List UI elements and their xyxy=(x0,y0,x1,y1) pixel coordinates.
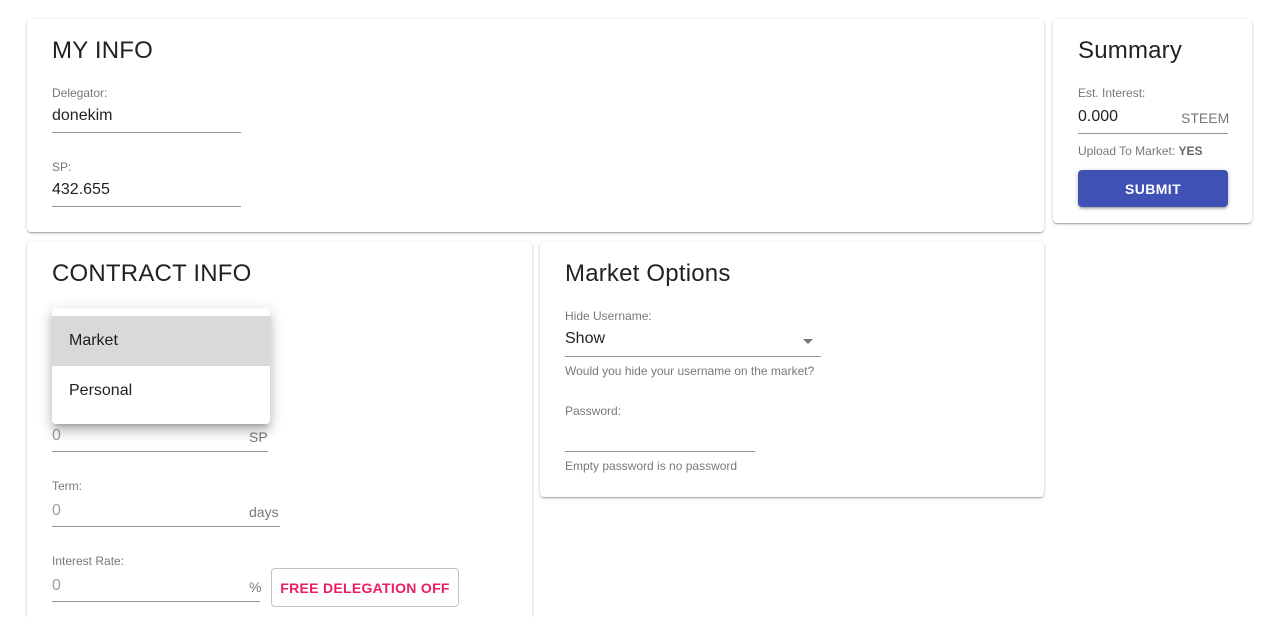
password-input[interactable] xyxy=(565,422,755,451)
term-input[interactable]: 0 xyxy=(52,502,61,520)
hide-username-helper: Would you hide your username on the mark… xyxy=(565,364,815,378)
est-interest-label: Est. Interest: xyxy=(1078,86,1146,100)
upload-to-market-label: Upload To Market: xyxy=(1078,144,1176,158)
submit-button[interactable]: SUBMIT xyxy=(1078,170,1228,207)
contract-type-menu: Market Personal xyxy=(52,308,270,424)
my-info-card: MY INFO Delegator: donekim SP: 432.655 xyxy=(27,19,1044,232)
password-helper: Empty password is no password xyxy=(565,459,738,473)
interest-rate-underline xyxy=(52,601,260,602)
sp-field[interactable]: 432.655 xyxy=(52,181,110,199)
summary-card: Summary Est. Interest: 0.000 STEEM Uploa… xyxy=(1053,19,1252,223)
amount-input[interactable]: 0 xyxy=(52,427,61,445)
sp-label: SP: xyxy=(52,160,72,174)
sp-underline xyxy=(52,206,241,207)
market-options-card: Market Options Hide Username: Show Would… xyxy=(540,242,1044,497)
summary-title: Summary xyxy=(1078,37,1183,64)
market-options-title: Market Options xyxy=(565,260,731,287)
est-interest-underline xyxy=(1078,133,1228,134)
chevron-down-icon xyxy=(803,339,813,344)
term-underline xyxy=(52,526,280,527)
free-delegation-toggle-button[interactable]: FREE DELEGATION OFF xyxy=(271,568,459,607)
interest-rate-label: Interest Rate: xyxy=(52,554,125,568)
amount-underline xyxy=(52,451,268,452)
password-underline xyxy=(565,451,755,452)
est-interest-field[interactable]: 0.000 xyxy=(1078,108,1118,126)
upload-to-market-value: YES xyxy=(1178,144,1203,158)
upload-to-market-status: Upload To Market: YES xyxy=(1078,144,1203,158)
my-info-title: MY INFO xyxy=(52,37,153,64)
term-unit: days xyxy=(249,504,279,520)
contract-info-card: CONTRACT INFO 0 SP Term: 0 days Interest… xyxy=(27,242,532,617)
hide-username-value: Show xyxy=(565,330,606,347)
delegator-label: Delegator: xyxy=(52,86,108,100)
interest-rate-unit: % xyxy=(249,579,262,595)
menu-item-personal[interactable]: Personal xyxy=(52,366,270,416)
amount-unit: SP xyxy=(249,429,268,445)
hide-username-label: Hide Username: xyxy=(565,309,652,323)
delegator-underline xyxy=(52,132,241,133)
hide-username-select[interactable]: Show xyxy=(565,326,821,357)
password-label: Password: xyxy=(565,404,622,418)
delegator-field[interactable]: donekim xyxy=(52,107,112,125)
contract-info-title: CONTRACT INFO xyxy=(52,260,252,287)
hide-username-underline xyxy=(565,356,821,357)
est-interest-unit: STEEM xyxy=(1181,110,1230,126)
interest-rate-input[interactable]: 0 xyxy=(52,577,61,595)
menu-item-market[interactable]: Market xyxy=(52,316,270,366)
term-label: Term: xyxy=(52,479,82,493)
